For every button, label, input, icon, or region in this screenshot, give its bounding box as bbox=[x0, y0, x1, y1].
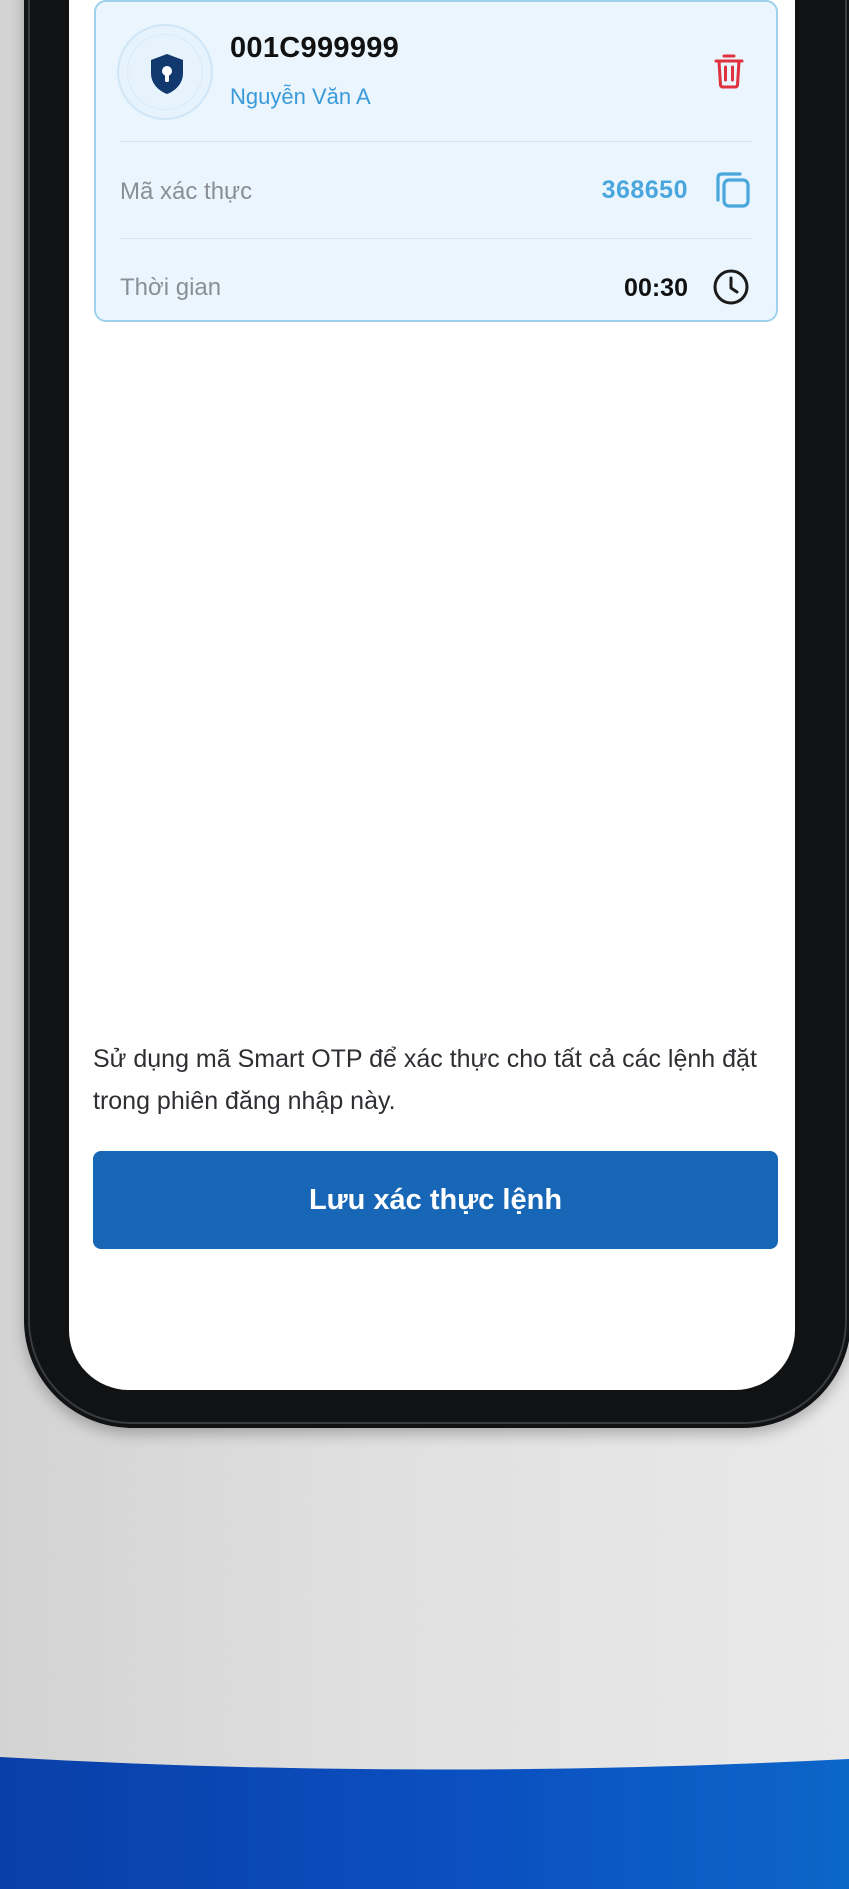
timer-countdown: 00:30 bbox=[624, 274, 688, 302]
otp-code: 368650 bbox=[601, 176, 688, 204]
account-holder-name: Nguyễn Văn A bbox=[230, 84, 371, 109]
smart-otp-note: Sử dụng mã Smart OTP để xác thực cho tất… bbox=[93, 1045, 757, 1115]
smart-otp-card: 001C999999 Nguyễn Văn A Mã xác thực 3686… bbox=[94, 0, 778, 322]
phone-screen: 001C999999 Nguyễn Văn A Mã xác thực 3686… bbox=[69, 0, 795, 1390]
copy-icon[interactable] bbox=[712, 170, 752, 210]
account-avatar bbox=[117, 24, 213, 120]
otp-label: Mã xác thực bbox=[120, 178, 253, 205]
save-authentication-button[interactable]: Lưu xác thực lệnh bbox=[93, 1151, 778, 1249]
timer-label: Thời gian bbox=[120, 274, 222, 301]
bottom-brand-banner bbox=[0, 1745, 849, 1889]
clock-icon bbox=[713, 269, 749, 305]
trash-icon[interactable] bbox=[713, 52, 745, 90]
card-divider bbox=[120, 238, 752, 239]
account-id: 001C999999 bbox=[230, 32, 400, 64]
card-divider bbox=[120, 141, 752, 142]
shield-keyhole-icon bbox=[151, 54, 183, 94]
